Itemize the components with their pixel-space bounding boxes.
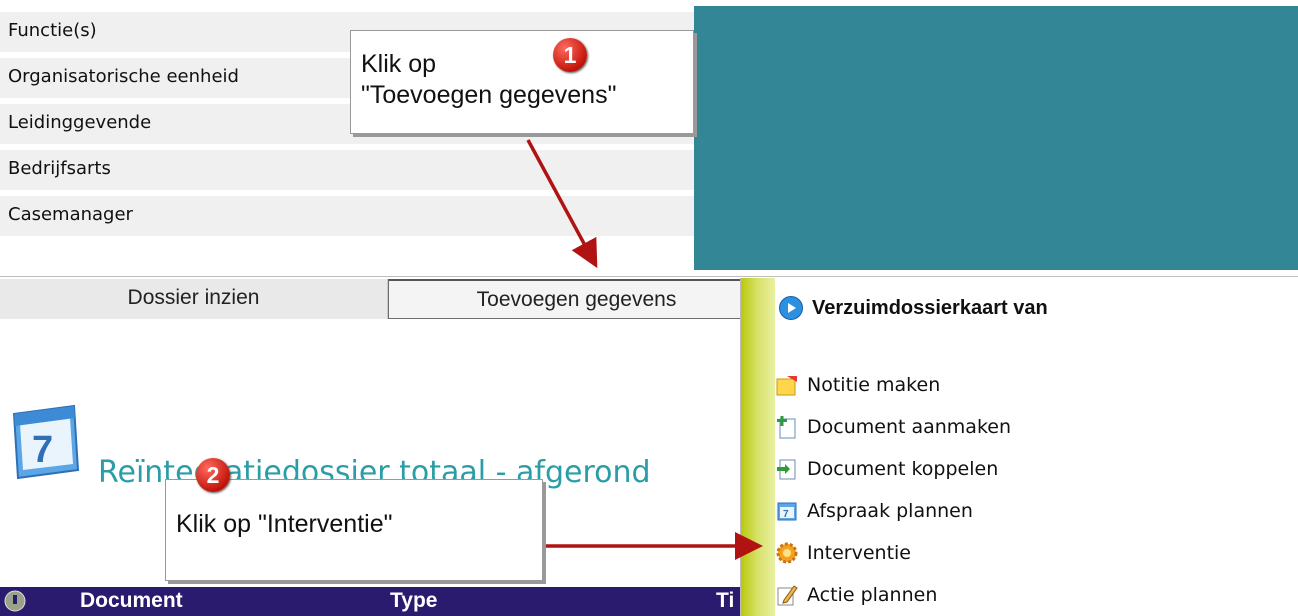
callout-step-1: Klik op "Toevoegen gegevens" <box>350 30 694 134</box>
callout-1-line-2: "Toevoegen gegevens" <box>361 81 617 109</box>
arrow-to-tab <box>526 139 598 269</box>
step-badge-1: 1 <box>553 38 587 72</box>
callout-step-2: Klik op "Interventie" <box>165 479 543 581</box>
callout-2-text: Klik op "Interventie" <box>176 510 393 538</box>
callout-1-line-1: Klik op <box>361 50 437 78</box>
step-badge-2: 2 <box>196 458 230 492</box>
